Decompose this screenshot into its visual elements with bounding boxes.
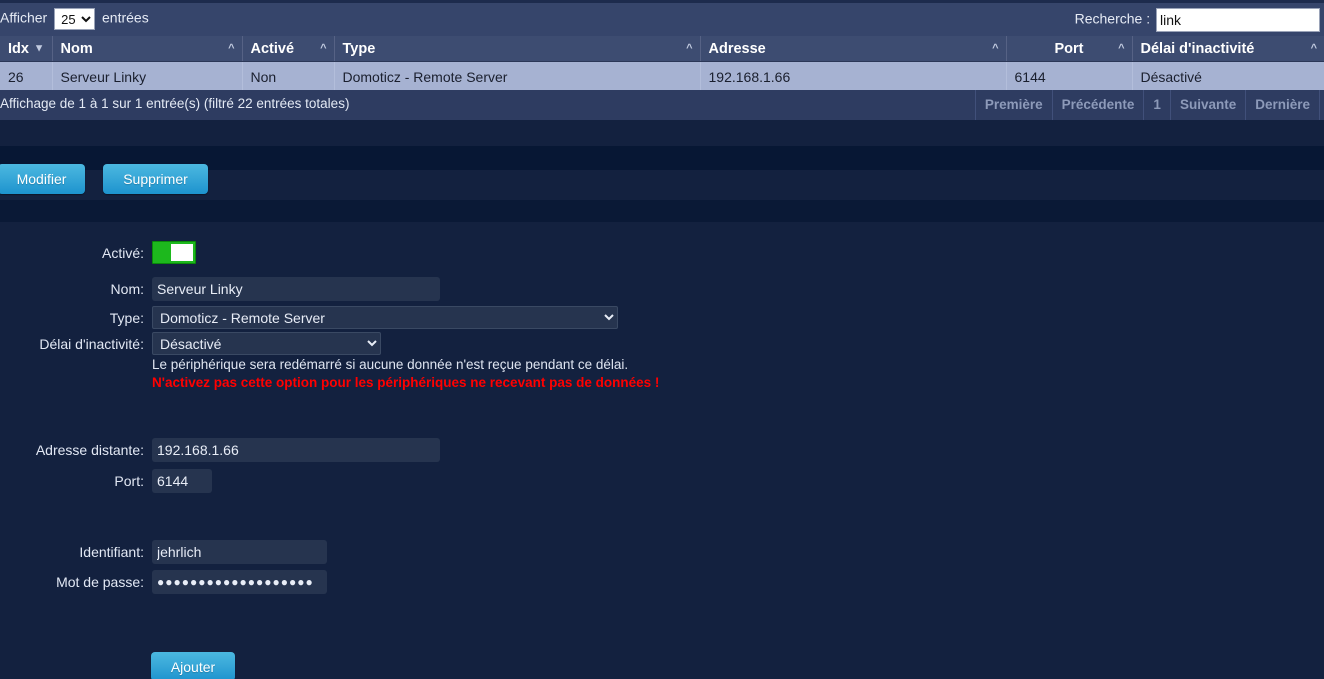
column-label-idx: Idx [8, 40, 29, 57]
name-label: Nom: [110, 281, 144, 297]
column-header-idx[interactable]: Idx ▼ [0, 36, 53, 62]
address-label: Adresse distante: [35, 442, 144, 458]
cell-idx: 26 [0, 61, 53, 91]
delete-button[interactable]: Supprimer [103, 164, 208, 194]
device-settings-page: Afficher 25 entrées Recherche : Idx [0, 0, 1324, 679]
field-row-name: Nom: [0, 277, 440, 301]
column-label-adresse: Adresse [708, 40, 766, 57]
datatable-info: Affichage de 1 à 1 sur 1 entrée(s) (filt… [0, 96, 350, 111]
password-input[interactable] [152, 570, 327, 594]
timeout-warning: N'activez pas cette option pour les péri… [152, 375, 660, 390]
search-input[interactable] [1156, 8, 1320, 32]
search-label: Recherche : [1074, 10, 1151, 27]
sort-asc-icon: ^ [992, 42, 999, 54]
field-row-enabled: Activé: [0, 241, 196, 264]
column-header-delai[interactable]: Délai d'inactivité ^ [1132, 36, 1324, 62]
devices-table: Idx ▼ Nom ^ Activé ^ Type ^ Adresse ^ Po… [0, 36, 1324, 91]
table-header-row: Idx ▼ Nom ^ Activé ^ Type ^ Adresse ^ Po… [0, 36, 1324, 62]
length-suffix-label: entrées [102, 9, 149, 26]
datatable-toolbar: Afficher 25 entrées Recherche : [0, 3, 1324, 36]
column-header-adresse[interactable]: Adresse ^ [700, 36, 1007, 62]
field-row-port: Port: [0, 469, 212, 493]
field-row-password: Mot de passe: [0, 570, 327, 594]
column-label-nom: Nom [60, 40, 93, 57]
edit-button[interactable]: Modifier [0, 164, 85, 194]
enabled-label: Activé: [101, 244, 144, 261]
timeout-select[interactable]: Désactivé [152, 332, 381, 355]
field-row-timeout: Délai d'inactivité: Désactivé [0, 332, 381, 355]
pagination-page-1[interactable]: 1 [1143, 90, 1170, 120]
cell-delai: Désactivé [1132, 61, 1324, 91]
column-label-port: Port [1054, 40, 1084, 57]
username-input[interactable] [152, 540, 327, 564]
column-label-type: Type [342, 40, 376, 57]
timeout-hint: Le périphérique sera redémarré si aucune… [152, 357, 629, 372]
username-label: Identifiant: [79, 544, 144, 560]
cell-nom: Serveur Linky [52, 61, 243, 91]
pagination-previous[interactable]: Précédente [1051, 90, 1144, 120]
column-header-type[interactable]: Type ^ [334, 36, 701, 62]
timeout-label: Délai d'inactivité: [39, 335, 144, 352]
port-input[interactable] [152, 469, 212, 493]
column-header-nom[interactable]: Nom ^ [52, 36, 243, 62]
pagination-first[interactable]: Première [974, 90, 1052, 120]
sort-asc-icon: ^ [320, 42, 327, 54]
address-input[interactable] [152, 438, 440, 462]
enabled-toggle[interactable] [152, 241, 196, 264]
password-label: Mot de passe: [56, 574, 144, 590]
cell-adresse: 192.168.1.66 [700, 61, 1007, 91]
pagination-last[interactable]: Dernière [1245, 90, 1320, 120]
sort-desc-icon: ▼ [33, 42, 45, 54]
column-header-port[interactable]: Port ^ [1006, 36, 1133, 62]
port-label: Port: [114, 473, 144, 489]
datatable-length-control: Afficher 25 entrées [0, 8, 149, 30]
entries-per-page-select[interactable]: 25 [54, 8, 96, 30]
add-button[interactable]: Ajouter [151, 652, 235, 679]
background-band-4 [0, 200, 1324, 222]
length-prefix-label: Afficher [0, 9, 48, 26]
cell-active: Non [242, 61, 335, 91]
column-label-delai: Délai d'inactivité [1140, 40, 1255, 57]
datatable-filter-control: Recherche : [1075, 8, 1320, 32]
table-row[interactable]: 26 Serveur Linky Non Domoticz - Remote S… [0, 61, 1324, 91]
toggle-knob [171, 244, 193, 261]
type-label: Type: [109, 309, 144, 326]
column-label-active: Activé [250, 40, 295, 57]
cell-type: Domoticz - Remote Server [334, 61, 701, 91]
name-input[interactable] [152, 277, 440, 301]
field-row-address: Adresse distante: [0, 438, 440, 462]
sort-asc-icon: ^ [1118, 42, 1125, 54]
sort-asc-icon: ^ [228, 42, 235, 54]
pagination: Première Précédente 1 Suivante Dernière [974, 90, 1320, 120]
background-band-1 [0, 120, 1324, 146]
sort-asc-icon: ^ [686, 42, 693, 54]
pagination-next[interactable]: Suivante [1169, 90, 1245, 120]
type-select[interactable]: Domoticz - Remote Server [152, 306, 618, 329]
field-row-username: Identifiant: [0, 540, 327, 564]
datatable-footer: Affichage de 1 à 1 sur 1 entrée(s) (filt… [0, 90, 1324, 120]
cell-port: 6144 [1006, 61, 1133, 91]
column-header-active[interactable]: Activé ^ [242, 36, 335, 62]
field-row-type: Type: Domoticz - Remote Server [0, 306, 618, 329]
sort-asc-icon: ^ [1310, 42, 1317, 54]
